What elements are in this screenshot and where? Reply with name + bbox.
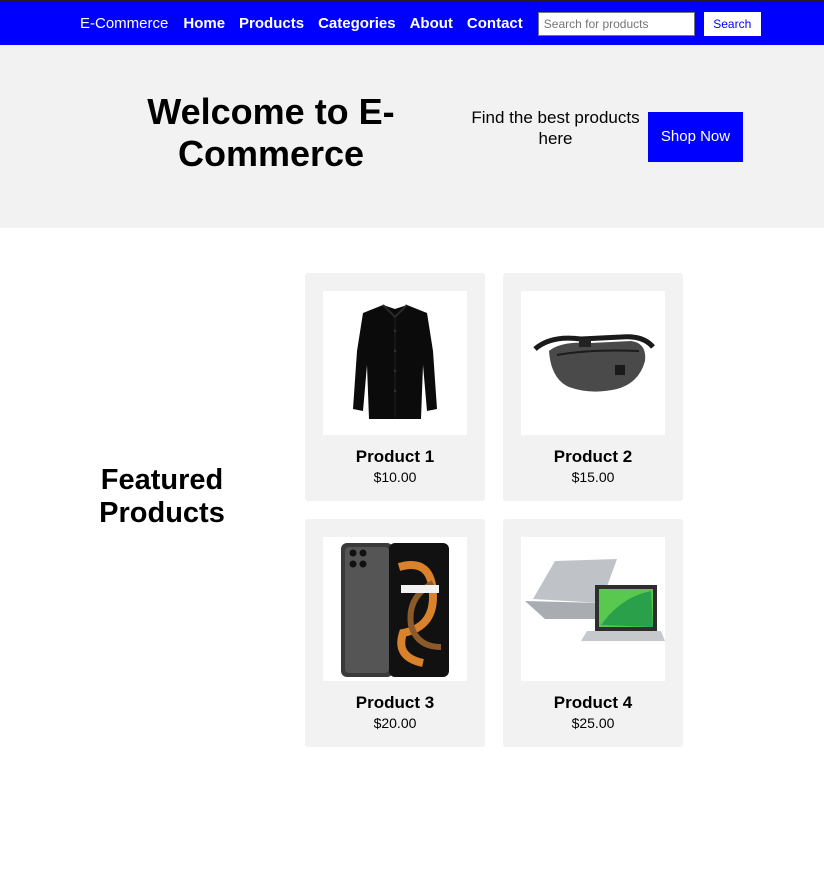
product-grid: Product 1 $10.00 Product 2 $15.00 Produc… xyxy=(305,273,683,747)
product-card[interactable]: Product 4 $25.00 xyxy=(503,519,683,747)
navbar: E-Commerce Home Products Categories Abou… xyxy=(0,2,824,45)
featured-title: Featured Products xyxy=(99,464,225,529)
product-price: $10.00 xyxy=(373,469,417,485)
smartphone-image[interactable] xyxy=(323,537,467,681)
product-price: $25.00 xyxy=(571,715,615,731)
waist-bag-image[interactable] xyxy=(521,291,665,435)
product-card[interactable]: Product 2 $15.00 xyxy=(503,273,683,501)
featured-section: Featured Products Product 1 $10.00 Produ… xyxy=(0,228,824,885)
search-button[interactable]: Search xyxy=(703,11,761,36)
hero-section: Welcome to E-Commerce Find the best prod… xyxy=(0,45,824,228)
hero-title: Welcome to E-Commerce xyxy=(147,91,395,174)
shop-now-button[interactable]: Shop Now xyxy=(648,112,743,162)
nav-link-about[interactable]: About xyxy=(410,15,453,32)
search-input[interactable] xyxy=(537,11,695,36)
product-price: $20.00 xyxy=(373,715,417,731)
hero-subtitle: Find the best products here xyxy=(471,108,640,148)
product-card[interactable]: Product 1 $10.00 xyxy=(305,273,485,501)
product-card[interactable]: Product 3 $20.00 xyxy=(305,519,485,747)
nav-link-contact[interactable]: Contact xyxy=(467,15,523,32)
product-name[interactable]: Product 4 xyxy=(521,693,665,713)
nav-link-categories[interactable]: Categories xyxy=(318,15,396,32)
nav-link-home[interactable]: Home xyxy=(183,15,225,32)
product-name[interactable]: Product 3 xyxy=(323,693,467,713)
nav-link-products[interactable]: Products xyxy=(239,15,304,32)
shirt-image[interactable] xyxy=(323,291,467,435)
product-name[interactable]: Product 2 xyxy=(521,447,665,467)
laptops-image[interactable] xyxy=(521,537,665,681)
product-price: $15.00 xyxy=(571,469,615,485)
brand-logo[interactable]: E-Commerce xyxy=(80,15,168,32)
product-name[interactable]: Product 1 xyxy=(323,447,467,467)
